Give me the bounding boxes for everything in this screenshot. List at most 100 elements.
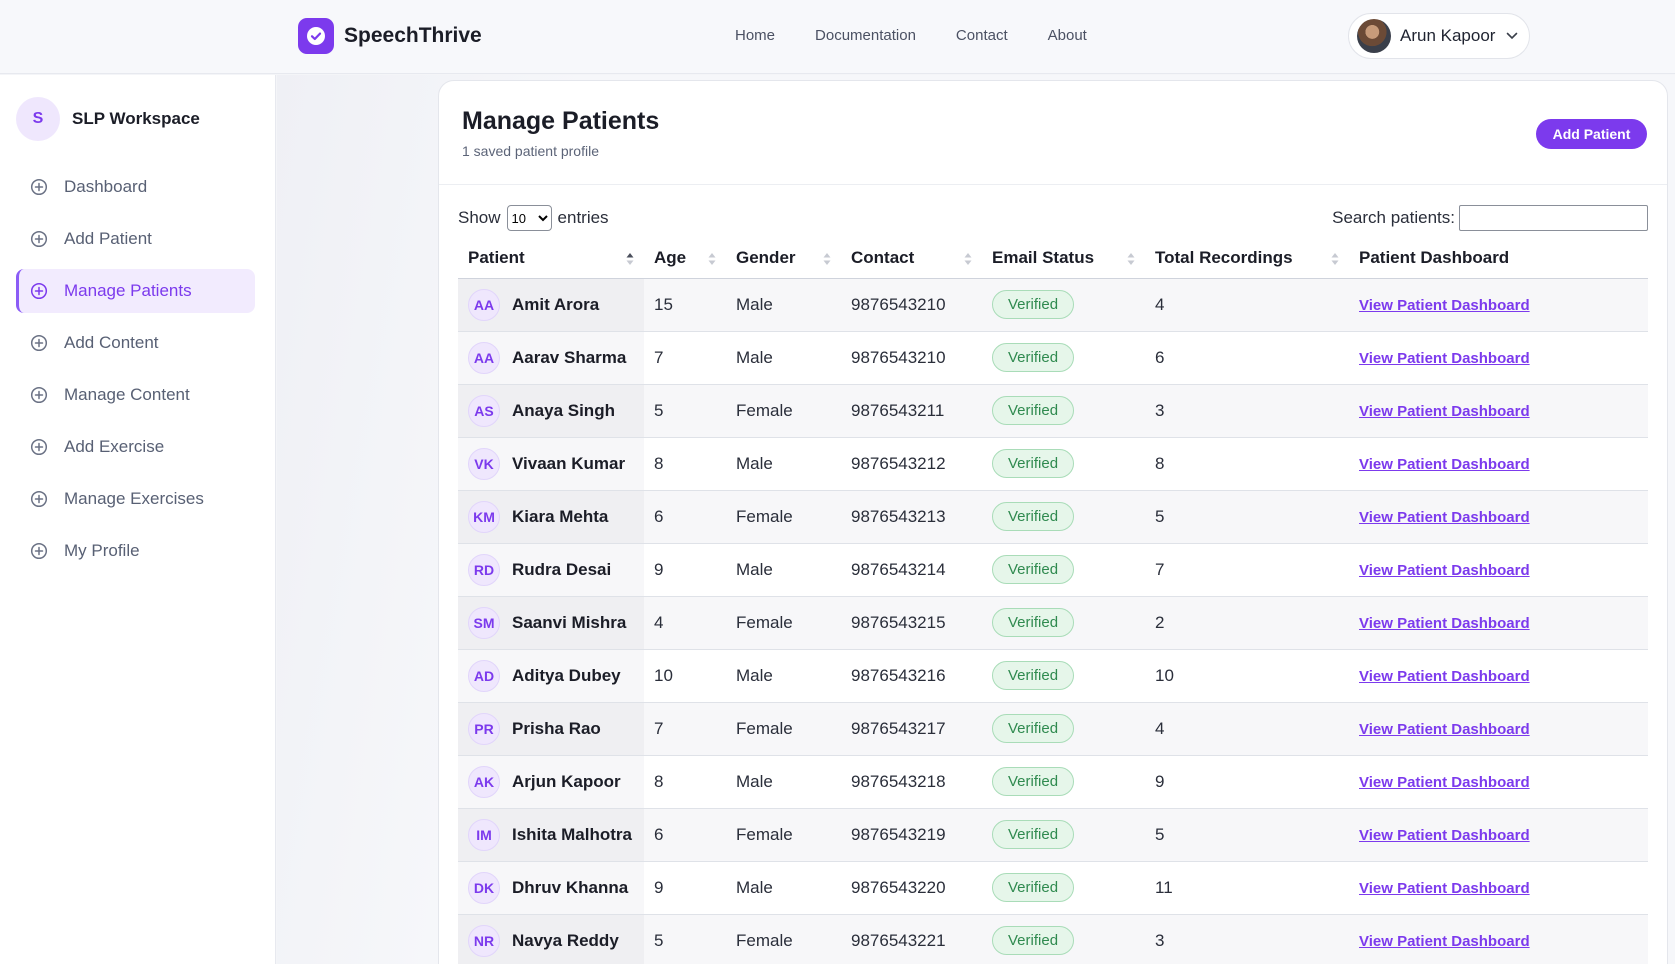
search-label: Search patients: — [1332, 208, 1455, 227]
patient-name: Kiara Mehta — [512, 506, 609, 526]
sidebar-item-label: Dashboard — [64, 177, 148, 196]
view-patient-dashboard-link[interactable]: View Patient Dashboard — [1359, 721, 1530, 738]
recordings-cell: 4 — [1145, 278, 1349, 332]
dashboard-cell: View Patient Dashboard — [1349, 331, 1648, 385]
page-title: Manage Patients — [462, 107, 660, 135]
gender-cell: Male — [726, 861, 841, 915]
gender-cell: Male — [726, 649, 841, 703]
column-header-email-status[interactable]: Email Status — [982, 238, 1145, 279]
gender-cell: Male — [726, 543, 841, 597]
view-patient-dashboard-link[interactable]: View Patient Dashboard — [1359, 774, 1530, 791]
patient-avatar: NR — [468, 924, 500, 957]
recordings-cell: 10 — [1145, 649, 1349, 703]
nav-link-home[interactable]: Home — [735, 27, 775, 44]
patient-cell: AS Anaya Singh — [458, 384, 644, 438]
contact-cell: 9876543220 — [841, 861, 982, 915]
recordings-cell: 4 — [1145, 702, 1349, 756]
view-patient-dashboard-link[interactable]: View Patient Dashboard — [1359, 562, 1530, 579]
plus-circle-icon — [30, 438, 48, 456]
sidebar-item-manage-content[interactable]: Manage Content — [16, 373, 255, 417]
patient-cell: SM Saanvi Mishra — [458, 596, 644, 650]
brand[interactable]: SpeechThrive — [298, 18, 482, 54]
view-patient-dashboard-link[interactable]: View Patient Dashboard — [1359, 509, 1530, 526]
sidebar-item-add-content[interactable]: Add Content — [16, 321, 255, 365]
user-menu-button[interactable]: Arun Kapoor — [1348, 13, 1530, 59]
sidebar-item-label: Add Patient — [64, 229, 152, 248]
gender-cell: Female — [726, 808, 841, 862]
status-badge: Verified — [992, 343, 1075, 372]
patient-avatar: AA — [468, 288, 500, 321]
email-status-cell: Verified — [982, 490, 1145, 544]
column-header-total-recordings[interactable]: Total Recordings — [1145, 238, 1349, 279]
table-row: AD Aditya Dubey 10 Male 9876543216 Verified 10… — [458, 649, 1648, 703]
table-row: PR Prisha Rao 7 Female 9876543217 Verified 4 Vi… — [458, 702, 1648, 756]
view-patient-dashboard-link[interactable]: View Patient Dashboard — [1359, 403, 1530, 420]
recordings-cell: 2 — [1145, 596, 1349, 650]
contact-cell: 9876543219 — [841, 808, 982, 862]
sidebar-item-add-patient[interactable]: Add Patient — [16, 217, 255, 261]
patient-cell: AA Amit Arora — [458, 278, 644, 332]
dashboard-cell: View Patient Dashboard — [1349, 861, 1648, 915]
column-header-contact[interactable]: Contact — [841, 238, 982, 279]
gender-cell: Female — [726, 384, 841, 438]
status-badge: Verified — [992, 449, 1075, 478]
view-patient-dashboard-link[interactable]: View Patient Dashboard — [1359, 827, 1530, 844]
view-patient-dashboard-link[interactable]: View Patient Dashboard — [1359, 668, 1530, 685]
sidebar-item-manage-patients[interactable]: Manage Patients — [16, 269, 255, 313]
email-status-cell: Verified — [982, 702, 1145, 756]
sidebar-item-label: Manage Exercises — [64, 489, 204, 508]
gender-cell: Female — [726, 702, 841, 756]
column-header-patient[interactable]: Patient — [458, 238, 644, 279]
contact-cell: 9876543215 — [841, 596, 982, 650]
workspace-avatar: S — [16, 97, 60, 141]
status-badge: Verified — [992, 820, 1075, 849]
contact-cell: 9876543212 — [841, 437, 982, 491]
view-patient-dashboard-link[interactable]: View Patient Dashboard — [1359, 350, 1530, 367]
search-input[interactable] — [1459, 205, 1648, 231]
patient-avatar: SM — [468, 606, 500, 639]
add-patient-button[interactable]: Add Patient — [1536, 119, 1647, 149]
patient-name: Vivaan Kumar — [512, 453, 626, 473]
sidebar-item-add-exercise[interactable]: Add Exercise — [16, 425, 255, 469]
patient-cell: NR Navya Reddy — [458, 914, 644, 964]
email-status-cell: Verified — [982, 331, 1145, 385]
nav-link-contact[interactable]: Contact — [956, 27, 1008, 44]
column-header-label: Patient — [468, 247, 525, 267]
nav-link-documentation[interactable]: Documentation — [815, 27, 916, 44]
patient-cell: RD Rudra Desai — [458, 543, 644, 597]
patient-avatar: VK — [468, 447, 500, 480]
view-patient-dashboard-link[interactable]: View Patient Dashboard — [1359, 933, 1530, 950]
recordings-cell: 5 — [1145, 490, 1349, 544]
sidebar-item-my-profile[interactable]: My Profile — [16, 529, 255, 573]
recordings-cell: 3 — [1145, 384, 1349, 438]
view-patient-dashboard-link[interactable]: View Patient Dashboard — [1359, 615, 1530, 632]
nav-link-about[interactable]: About — [1048, 27, 1087, 44]
age-cell: 15 — [644, 278, 726, 332]
column-header-label: Gender — [736, 247, 796, 267]
email-status-cell: Verified — [982, 384, 1145, 438]
view-patient-dashboard-link[interactable]: View Patient Dashboard — [1359, 297, 1530, 314]
age-cell: 4 — [644, 596, 726, 650]
sidebar-item-dashboard[interactable]: Dashboard — [16, 165, 255, 209]
recordings-cell: 11 — [1145, 861, 1349, 915]
column-header-age[interactable]: Age — [644, 238, 726, 279]
sort-icon — [1127, 253, 1135, 265]
view-patient-dashboard-link[interactable]: View Patient Dashboard — [1359, 880, 1530, 897]
entries-select[interactable]: 10 — [506, 205, 552, 231]
status-badge: Verified — [992, 555, 1075, 584]
patient-cell: PR Prisha Rao — [458, 702, 644, 756]
plus-circle-icon — [30, 178, 48, 196]
table-row: KM Kiara Mehta 6 Female 9876543213 Verified 5 V… — [458, 490, 1648, 544]
status-badge: Verified — [992, 396, 1075, 425]
sidebar-item-manage-exercises[interactable]: Manage Exercises — [16, 477, 255, 521]
patient-name: Anaya Singh — [512, 400, 615, 420]
patient-avatar: AK — [468, 765, 500, 798]
status-badge: Verified — [992, 502, 1075, 531]
table-row: AK Arjun Kapoor 8 Male 9876543218 Verified 9 Vi… — [458, 755, 1648, 809]
view-patient-dashboard-link[interactable]: View Patient Dashboard — [1359, 456, 1530, 473]
column-header-gender[interactable]: Gender — [726, 238, 841, 279]
contact-cell: 9876543218 — [841, 755, 982, 809]
age-cell: 5 — [644, 384, 726, 438]
column-header-label: Total Recordings — [1155, 247, 1293, 267]
age-cell: 5 — [644, 914, 726, 964]
